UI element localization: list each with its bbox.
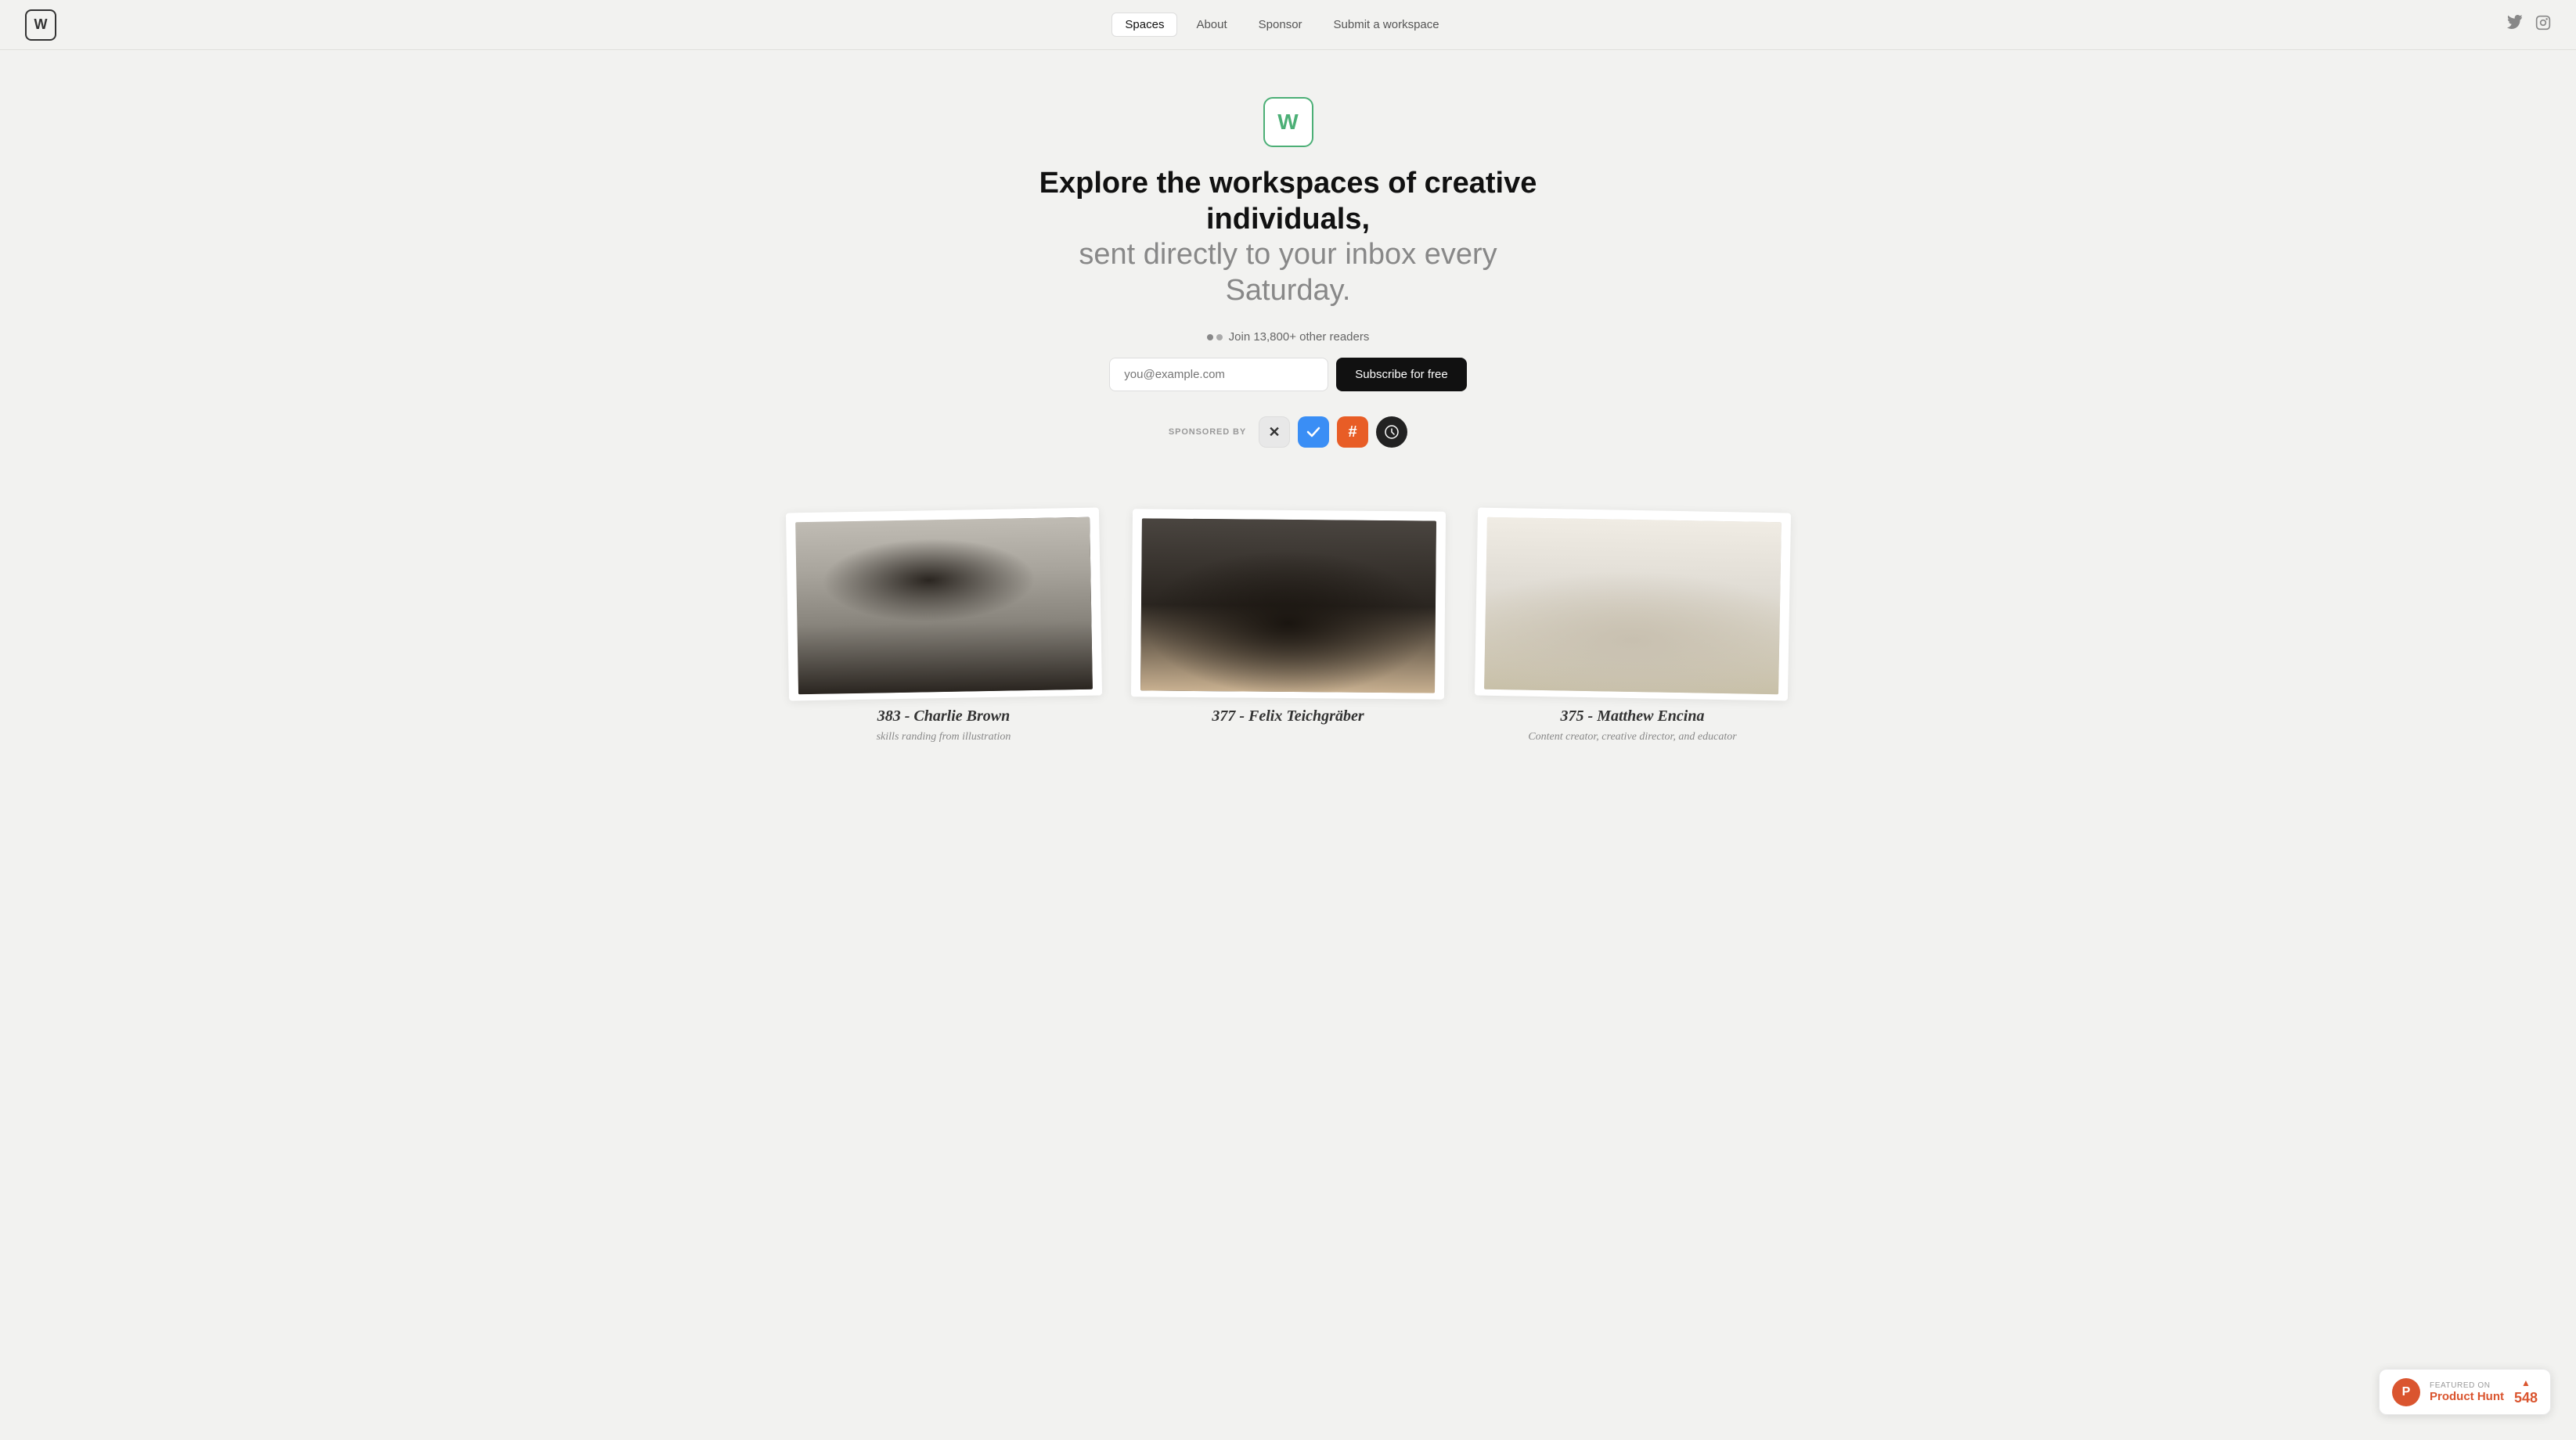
card-image-wrapper-1 — [785, 508, 1101, 701]
product-hunt-arrow: ▲ — [2521, 1377, 2531, 1388]
nav-link-spaces[interactable]: Spaces — [1111, 13, 1177, 37]
product-hunt-name: Product Hunt — [2430, 1390, 2505, 1403]
dot-1 — [1207, 334, 1213, 340]
nav-links: Spaces About Sponsor Submit a workspace — [1111, 13, 1451, 37]
card-title-3: 375 - Matthew Encina — [1476, 707, 1789, 725]
card-image-wrapper-2 — [1130, 509, 1445, 700]
subscribe-form: Subscribe for free — [1109, 358, 1466, 391]
product-hunt-badge[interactable]: P FEATURED ON Product Hunt ▲ 548 — [2379, 1369, 2551, 1415]
nav-link-submit[interactable]: Submit a workspace — [1321, 13, 1452, 36]
workspace-card-375[interactable]: 375 - Matthew Encina Content creator, cr… — [1476, 510, 1789, 745]
card-title-2: 377 - Felix Teichgräber — [1132, 707, 1445, 725]
card-image-wrapper-3 — [1474, 508, 1790, 701]
product-hunt-logo: P — [2392, 1378, 2420, 1406]
card-description-3: Content creator, creative director, and … — [1476, 729, 1789, 745]
readers-text: Join 13,800+ other readers — [1229, 330, 1370, 344]
sponsored-label: SPONSORED BY — [1169, 427, 1246, 437]
instagram-icon[interactable] — [2535, 15, 2551, 34]
email-input[interactable] — [1109, 358, 1328, 391]
product-hunt-count: ▲ 548 — [2514, 1377, 2538, 1406]
sponsor-kaspersky[interactable]: ✕ — [1259, 416, 1290, 448]
nav-link-sponsor[interactable]: Sponsor — [1246, 13, 1315, 36]
subscribe-button[interactable]: Subscribe for free — [1336, 358, 1466, 391]
cards-section: 383 - Charlie Brown skills randing from … — [740, 479, 1836, 776]
readers-count: Join 13,800+ other readers — [1207, 330, 1370, 344]
product-hunt-featured-label: FEATURED ON — [2430, 1381, 2505, 1390]
nav-link-about[interactable]: About — [1184, 13, 1239, 36]
workspace-image-3 — [1484, 517, 1782, 695]
workspace-card-383[interactable]: 383 - Charlie Brown skills randing from … — [787, 510, 1101, 745]
hero-section: W Explore the workspaces of creative ind… — [0, 50, 2576, 479]
workspace-card-377[interactable]: 377 - Felix Teichgräber — [1132, 510, 1445, 745]
product-hunt-number: 548 — [2514, 1390, 2538, 1406]
twitter-icon[interactable] — [2507, 15, 2523, 34]
hero-subtitle: sent directly to your inbox every Saturd… — [1014, 237, 1562, 308]
sponsor-pricetag[interactable] — [1376, 416, 1407, 448]
hero-logo: W — [1263, 97, 1313, 147]
navbar: W Spaces About Sponsor Submit a workspac… — [0, 0, 2576, 50]
workspace-image-1 — [795, 517, 1093, 695]
card-title-1: 383 - Charlie Brown — [787, 707, 1101, 725]
sponsor-hazeover[interactable]: # — [1337, 416, 1368, 448]
nav-logo[interactable]: W — [25, 9, 56, 41]
nav-social — [2507, 15, 2551, 34]
nav-logo-letter: W — [34, 16, 48, 33]
sponsor-paste[interactable] — [1298, 416, 1329, 448]
dot-2 — [1216, 334, 1223, 340]
sponsor-icons: ✕ # — [1259, 416, 1407, 448]
reader-dots — [1207, 334, 1223, 340]
card-description-1: skills randing from illustration — [787, 729, 1101, 745]
product-hunt-text: FEATURED ON Product Hunt — [2430, 1381, 2505, 1403]
hero-title: Explore the workspaces of creative indiv… — [1014, 166, 1562, 237]
sponsored-section: SPONSORED BY ✕ # — [1169, 416, 1407, 448]
workspace-image-2 — [1140, 519, 1436, 693]
